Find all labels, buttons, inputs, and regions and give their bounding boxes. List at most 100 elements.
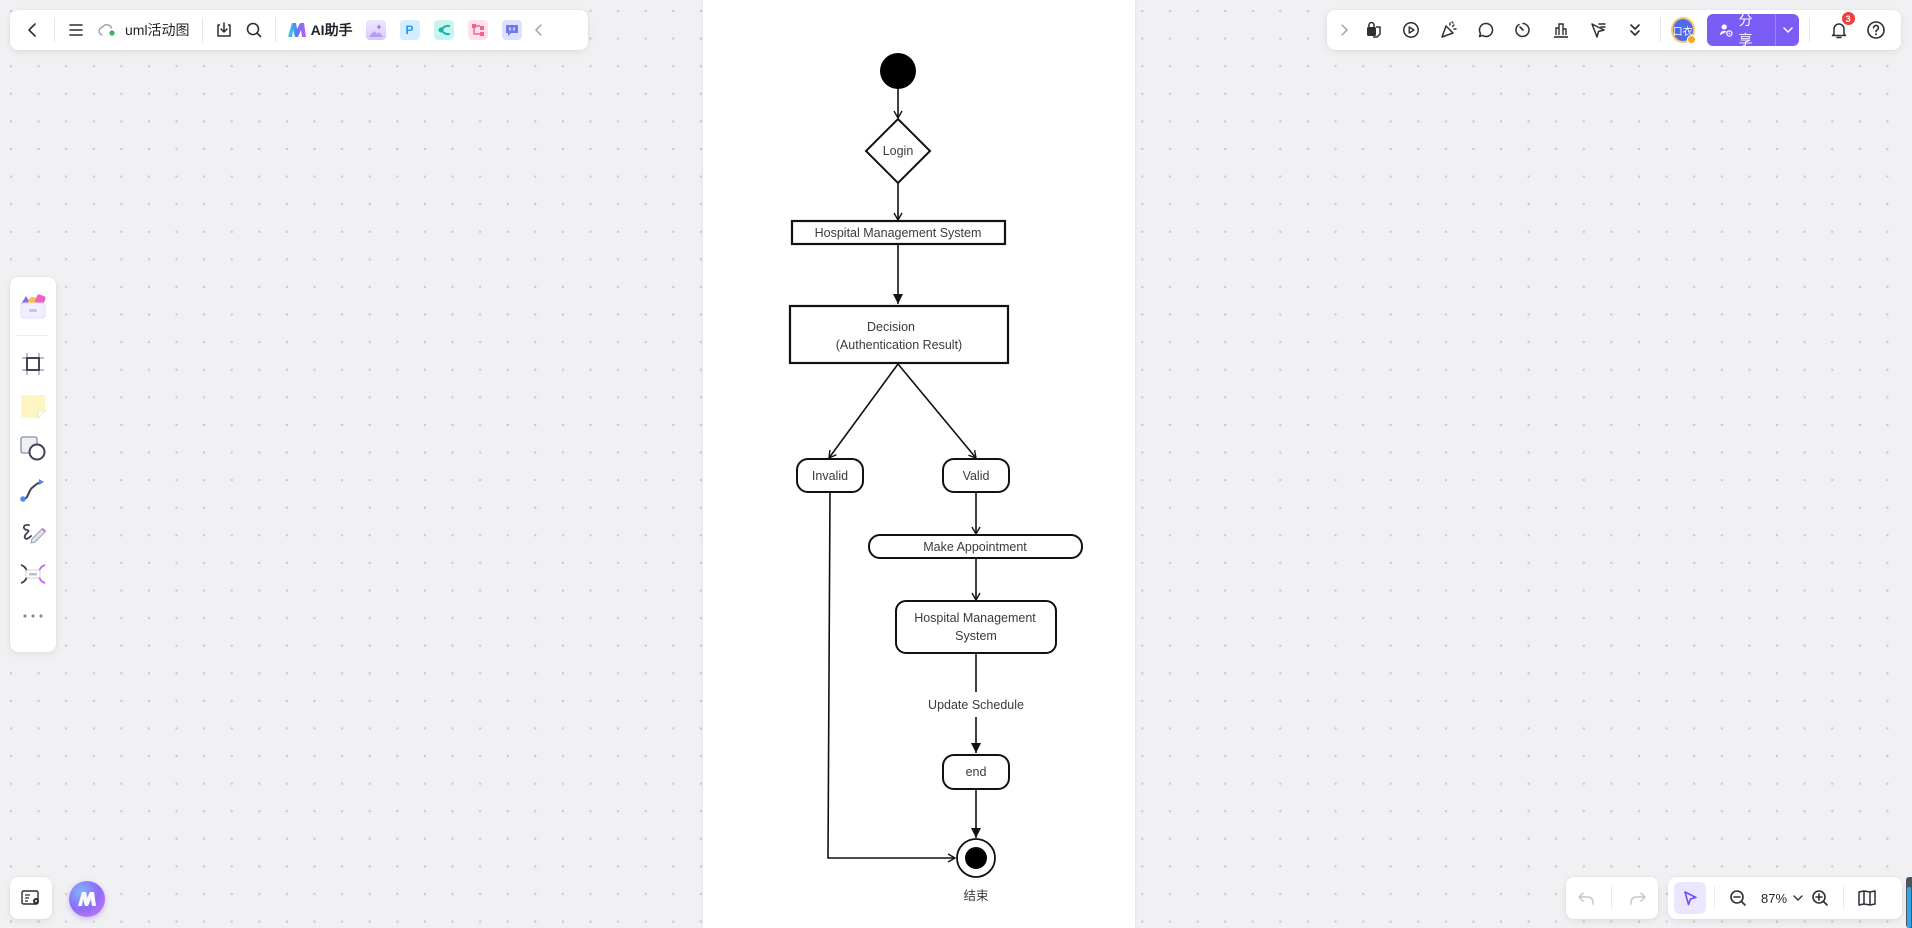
pen-tool[interactable]	[15, 514, 51, 550]
template-library-tool[interactable]	[15, 289, 51, 325]
final-node[interactable]	[956, 838, 996, 878]
select-tool-button[interactable]	[1674, 882, 1706, 914]
invalid-label: Invalid	[812, 469, 848, 483]
redo-icon	[1630, 892, 1646, 905]
user-avatar[interactable]: 口衣	[1670, 17, 1696, 44]
cursor-follow-icon	[1591, 23, 1606, 38]
notification-count-badge: 3	[1841, 12, 1855, 25]
mindmap-icon	[438, 24, 450, 36]
sticky-note-icon	[21, 395, 46, 419]
image-sparkle-icon	[368, 24, 383, 37]
zoom-in-button[interactable]	[1805, 883, 1835, 913]
decision-label-line2: (Authentication Result)	[836, 338, 962, 352]
download-icon	[216, 22, 231, 37]
celebrate-button[interactable]	[1435, 15, 1462, 45]
redo-button[interactable]	[1623, 883, 1653, 913]
vertical-scrollbar[interactable]	[1906, 877, 1912, 928]
ai-orb-button[interactable]	[69, 881, 105, 917]
ai-logo-icon	[78, 892, 96, 906]
back-button[interactable]	[18, 15, 48, 45]
comment-button[interactable]	[1472, 15, 1499, 45]
end-state-node[interactable]: end	[942, 754, 1010, 790]
divider	[1611, 886, 1613, 910]
zoom-controls: 87%	[1668, 877, 1902, 919]
chevron-down-icon	[1782, 27, 1793, 34]
update-schedule-label[interactable]: Update Schedule	[928, 698, 1024, 712]
hms2-label-line1: Hospital Management	[914, 611, 1036, 625]
vote-button[interactable]	[1547, 15, 1574, 45]
expand-tools-button[interactable]	[1336, 15, 1352, 45]
chevron-right-icon	[1341, 24, 1349, 36]
add-user-icon	[1719, 24, 1733, 37]
initial-node[interactable]	[880, 53, 916, 89]
template-tool-button[interactable]	[1360, 15, 1387, 45]
app-p[interactable]: P	[399, 20, 420, 40]
minimap-button[interactable]	[1852, 883, 1882, 913]
zoom-level[interactable]: 87%	[1761, 891, 1787, 906]
divider	[17, 335, 49, 336]
pen-icon	[22, 523, 46, 544]
more-dots-icon	[23, 614, 43, 618]
document-title[interactable]: uml活动图	[91, 20, 196, 40]
app-mindmap[interactable]	[433, 20, 454, 40]
download-button[interactable]	[209, 15, 239, 45]
avatar-status-badge	[1686, 35, 1696, 44]
hms-action-node[interactable]: Hospital Management System	[790, 219, 1007, 246]
zoom-out-button[interactable]	[1723, 883, 1753, 913]
help-circle-icon	[1867, 21, 1886, 39]
pointer-icon	[1684, 891, 1697, 906]
share-button[interactable]: 分享	[1707, 14, 1775, 46]
history-controls	[1566, 877, 1658, 919]
hms-label: Hospital Management System	[815, 226, 982, 240]
top-left-toolbar: uml活动图 AI助手 P	[10, 10, 588, 50]
connector-tool[interactable]	[15, 472, 51, 508]
top-right-toolbar: 口衣 分享 3	[1327, 10, 1901, 50]
valid-state-node[interactable]: Valid	[942, 458, 1010, 493]
menu-button[interactable]	[61, 15, 91, 45]
shape-tool[interactable]	[15, 430, 51, 466]
hms2-label-line2: System	[955, 629, 997, 643]
divider	[201, 18, 203, 42]
scrollbar-thumb[interactable]	[1907, 887, 1911, 928]
search-button[interactable]	[239, 15, 269, 45]
hms-state-node[interactable]: Hospital Management System	[895, 600, 1057, 654]
chevron-down-icon	[1793, 895, 1803, 901]
make-appointment-node[interactable]: Make Appointment	[868, 534, 1083, 559]
zoom-menu-button[interactable]	[1791, 883, 1805, 913]
laser-pointer-button[interactable]	[1584, 15, 1611, 45]
sticky-note-tool[interactable]	[15, 388, 51, 424]
decision-action-node[interactable]: Decision (Authentication Result)	[788, 304, 1010, 365]
left-toolbar	[10, 277, 56, 652]
template-library-icon	[20, 294, 46, 319]
map-icon	[1858, 890, 1876, 906]
layer-settings-button[interactable]	[10, 877, 52, 919]
app-chat[interactable]	[501, 20, 522, 40]
timer-button[interactable]	[1510, 15, 1537, 45]
collapse-apps-button[interactable]	[529, 15, 549, 45]
hamburger-menu-icon	[69, 24, 83, 36]
mindmap-tool[interactable]	[15, 556, 51, 592]
mindmap-node-icon	[20, 564, 46, 584]
ai-assistant-button[interactable]: AI助手	[282, 20, 359, 40]
valid-label: Valid	[963, 469, 990, 483]
more-tools-button[interactable]	[1621, 15, 1648, 45]
app-image-generator[interactable]	[365, 20, 386, 40]
frame-icon	[22, 353, 44, 375]
connector-icon	[20, 479, 44, 502]
letter-p-icon: P	[405, 23, 414, 37]
sticky-lock-icon	[1367, 21, 1381, 38]
ai-logo-icon	[287, 23, 306, 37]
notifications-button[interactable]: 3	[1825, 12, 1855, 45]
more-tools[interactable]	[15, 598, 51, 634]
divider	[1843, 886, 1845, 910]
present-button[interactable]	[1398, 15, 1425, 45]
app-flowchart[interactable]	[467, 20, 488, 40]
undo-button[interactable]	[1571, 883, 1601, 913]
divider	[54, 18, 55, 42]
share-options-button[interactable]	[1774, 14, 1800, 46]
divider	[1809, 18, 1811, 42]
help-button[interactable]	[1863, 15, 1890, 45]
frame-tool[interactable]	[15, 346, 51, 382]
invalid-state-node[interactable]: Invalid	[796, 458, 864, 493]
divider	[1714, 886, 1715, 910]
